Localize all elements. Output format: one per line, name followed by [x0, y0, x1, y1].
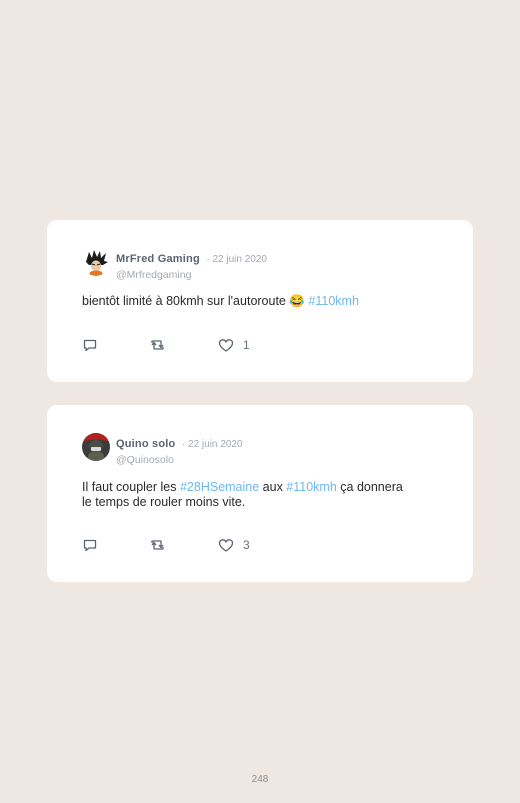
- retweet-button[interactable]: [149, 536, 166, 554]
- reply-icon: [83, 339, 97, 352]
- tweet-text-segment: le temps de rouler moins vite.: [82, 495, 246, 509]
- like-count: 3: [243, 538, 250, 552]
- reply-button[interactable]: [82, 536, 98, 554]
- like-button[interactable]: 1: [218, 336, 250, 354]
- like-count: 1: [243, 338, 250, 352]
- retweet-icon: [151, 540, 164, 550]
- reply-icon: [83, 539, 97, 552]
- soldier-avatar-icon: [82, 433, 110, 461]
- hashtag-link[interactable]: #28HSemaine: [180, 480, 259, 494]
- author-handle[interactable]: @Mrfredgaming: [116, 269, 267, 281]
- tweet-header: MrFred Gaming · 22 juin 2020 @Mrfredgami…: [82, 248, 442, 281]
- tweet-text-segment: ça donnera: [336, 480, 403, 494]
- author-name[interactable]: MrFred Gaming: [116, 253, 200, 265]
- heart-icon: [218, 538, 234, 552]
- tweet-meta: Quino solo · 22 juin 2020 @Quinosolo: [116, 434, 243, 466]
- tweet-card: Quino solo · 22 juin 2020 @Quinosolo Il …: [47, 405, 473, 582]
- avatar[interactable]: [82, 433, 110, 461]
- tweet-date[interactable]: · 22 juin 2020: [206, 254, 267, 265]
- tweet-text-segment: aux: [259, 480, 287, 494]
- page-number: 248: [251, 774, 269, 785]
- tweet-actions: 1: [82, 336, 442, 354]
- tweet-card: MrFred Gaming · 22 juin 2020 @Mrfredgami…: [47, 220, 473, 382]
- tweet-text-segment: bientôt limité à 80kmh sur l'autoroute 😂: [82, 294, 309, 308]
- tweet-text-segment: Il faut coupler les: [82, 480, 180, 494]
- author-name[interactable]: Quino solo: [116, 438, 175, 450]
- heart-icon: [218, 338, 234, 352]
- author-handle[interactable]: @Quinosolo: [116, 454, 243, 466]
- like-button[interactable]: 3: [218, 536, 250, 554]
- hashtag-link[interactable]: #110kmh: [286, 480, 337, 494]
- avatar[interactable]: [82, 248, 110, 276]
- tweet-meta: MrFred Gaming · 22 juin 2020 @Mrfredgami…: [116, 249, 267, 281]
- tweet-text: bientôt limité à 80kmh sur l'autoroute 😂…: [82, 294, 442, 309]
- hashtag-link[interactable]: #110kmh: [308, 294, 359, 308]
- tweet-header: Quino solo · 22 juin 2020 @Quinosolo: [82, 433, 442, 466]
- tweet-actions: 3: [82, 536, 442, 554]
- tweet-date[interactable]: · 22 juin 2020: [182, 439, 243, 450]
- goku-avatar-icon: [82, 248, 110, 276]
- retweet-button[interactable]: [149, 336, 166, 354]
- tweet-text: Il faut coupler les #28HSemaine aux #110…: [82, 480, 442, 510]
- reply-button[interactable]: [82, 336, 98, 354]
- retweet-icon: [151, 340, 164, 350]
